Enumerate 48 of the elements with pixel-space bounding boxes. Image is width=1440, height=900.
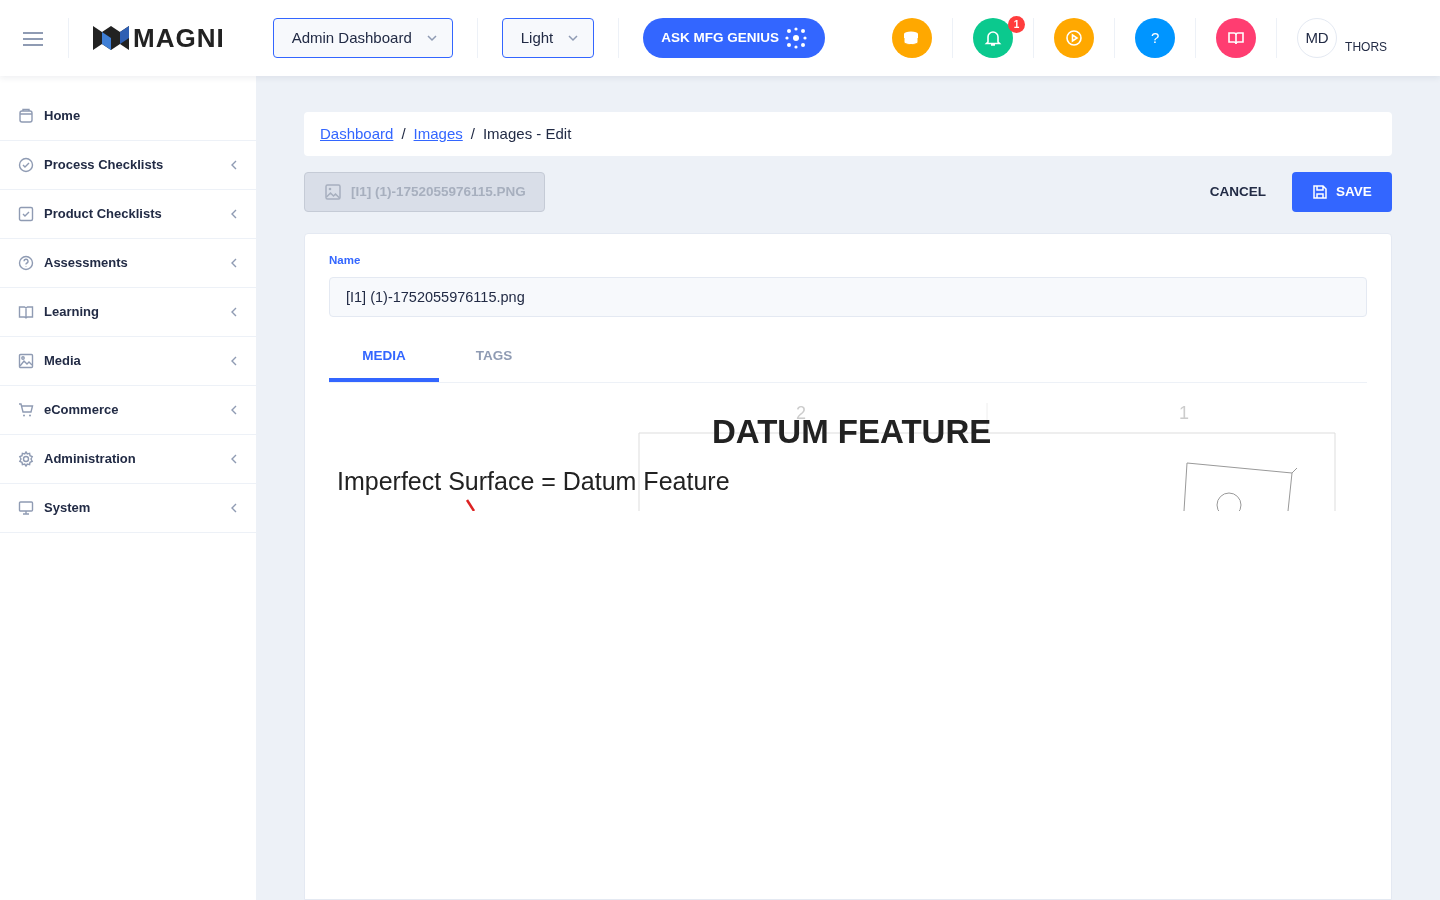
play-button[interactable] — [1054, 18, 1095, 58]
question-circle-icon — [18, 255, 34, 271]
breadcrumb-link[interactable]: Dashboard — [320, 122, 394, 146]
dashboard-select[interactable]: Admin Dashboard — [272, 18, 453, 58]
notification-count: 1 — [1008, 16, 1026, 33]
breadcrumb-link[interactable]: Images — [413, 122, 463, 146]
ask-genius-button[interactable]: ASK MFG GENIUS — [643, 18, 826, 58]
play-icon — [1065, 29, 1084, 47]
user-avatar[interactable]: MD — [1297, 18, 1338, 58]
sidebar-item[interactable]: eCommerce — [0, 386, 256, 435]
sidebar-item[interactable]: Assessments — [0, 239, 256, 288]
floppy-icon — [1312, 184, 1329, 200]
sidebar-item[interactable]: Learning — [0, 288, 256, 337]
sidebar-item[interactable]: Administration — [0, 435, 256, 484]
breadcrumb-separator: / — [470, 123, 475, 144]
save-button[interactable]: SAVE — [1292, 172, 1392, 212]
coins-button[interactable] — [892, 18, 933, 58]
bell-icon — [984, 29, 1003, 47]
sidebar-item[interactable]: Product Checklists — [0, 190, 256, 239]
notifications-button[interactable] — [973, 18, 1014, 58]
sidebar-item[interactable]: System — [0, 484, 256, 533]
checkbox-icon — [18, 206, 34, 222]
image-icon — [18, 353, 34, 369]
cancel-button[interactable]: CANCEL — [1183, 181, 1292, 203]
user-org: THORS — [1345, 39, 1388, 56]
gear-icon — [18, 451, 34, 467]
book-icon — [18, 304, 34, 320]
monitor-icon — [18, 500, 34, 516]
name-input[interactable]: [I1] (1)-1752055976115.png — [329, 277, 1367, 318]
book-icon — [1227, 29, 1246, 47]
check-circle-icon — [18, 157, 34, 173]
sidebar-item[interactable]: Home — [0, 92, 256, 141]
chevron-down-icon — [425, 32, 438, 44]
field-label: Name — [329, 253, 362, 268]
book-button[interactable] — [1216, 18, 1257, 58]
breadcrumb-separator: / — [401, 123, 406, 144]
chevron-down-icon — [567, 32, 580, 44]
cart-icon — [18, 402, 34, 418]
tab[interactable]: MEDIA — [329, 333, 439, 383]
sidebar-item[interactable]: Process Checklists — [0, 141, 256, 190]
sidebar-item[interactable]: Media — [0, 337, 256, 386]
breadcrumb-current: Images - Edit — [482, 123, 572, 144]
brand-logo[interactable]: MAGNI — [93, 18, 225, 58]
diagram-caption: Imperfect Surface = Datum Feature — [337, 467, 730, 496]
home-icon — [18, 108, 34, 124]
network-icon — [785, 27, 808, 49]
image-icon — [325, 184, 341, 200]
theme-select[interactable]: Light — [501, 18, 595, 58]
